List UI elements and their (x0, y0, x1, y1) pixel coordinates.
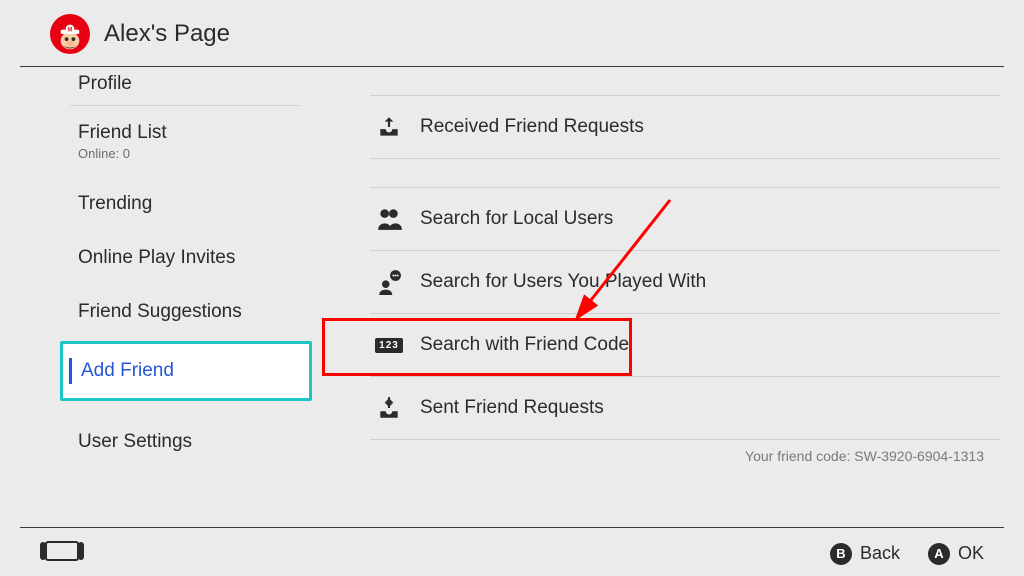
a-button-icon: A (928, 543, 950, 565)
row-label: Search for Users You Played With (420, 271, 706, 293)
row-search-local-users[interactable]: Search for Local Users (320, 188, 1000, 250)
row-search-friend-code[interactable]: 123 Search with Friend Code (320, 314, 1000, 376)
back-label: Back (860, 543, 900, 564)
svg-text:M: M (68, 27, 73, 33)
sidebar-item-profile[interactable]: Profile (60, 67, 320, 105)
sidebar-item-user-settings[interactable]: User Settings (60, 415, 320, 469)
ok-label: OK (958, 543, 984, 564)
page-title: Alex's Page (104, 20, 230, 48)
inbox-download-icon (376, 114, 402, 140)
friend-code-text: Your friend code: SW-3920-6904-1313 (320, 440, 1000, 464)
user-speech-icon (376, 269, 402, 295)
row-label: Received Friend Requests (420, 116, 644, 138)
row-search-played-with[interactable]: Search for Users You Played With (320, 251, 1000, 313)
row-label: Sent Friend Requests (420, 397, 604, 419)
sidebar-item-online-play-invites[interactable]: Online Play Invites (60, 231, 320, 285)
row-label: Search for Local Users (420, 208, 613, 230)
row-label: Search with Friend Code (420, 334, 629, 356)
avatar[interactable]: M (50, 14, 90, 54)
footer: B Back A OK (0, 528, 1024, 567)
header: M Alex's Page (0, 0, 1024, 66)
sidebar-item-trending[interactable]: Trending (60, 177, 320, 231)
b-button-icon: B (830, 543, 852, 565)
ok-button-hint[interactable]: A OK (928, 543, 984, 565)
sidebar-item-label: Friend List (78, 122, 300, 144)
sidebar-item-label: Add Friend (63, 344, 309, 398)
sidebar-item-friend-suggestions[interactable]: Friend Suggestions (60, 285, 320, 339)
sidebar: Profile Friend List Online: 0 Trending O… (0, 67, 320, 527)
console-icon[interactable] (40, 540, 84, 567)
back-button-hint[interactable]: B Back (830, 543, 900, 565)
row-sent-friend-requests[interactable]: Sent Friend Requests (320, 377, 1000, 439)
two-users-icon (376, 206, 402, 232)
outbox-upload-icon (376, 395, 402, 421)
sidebar-item-add-friend[interactable]: Add Friend (60, 341, 312, 401)
row-received-friend-requests[interactable]: Received Friend Requests (320, 96, 1000, 158)
sidebar-item-friend-list[interactable]: Friend List Online: 0 (60, 106, 320, 177)
friend-code-icon: 123 (376, 332, 402, 358)
sidebar-item-sublabel: Online: 0 (78, 146, 300, 161)
mario-avatar-icon: M (53, 17, 87, 51)
main-content: Received Friend Requests Search for Loca… (320, 67, 1024, 527)
